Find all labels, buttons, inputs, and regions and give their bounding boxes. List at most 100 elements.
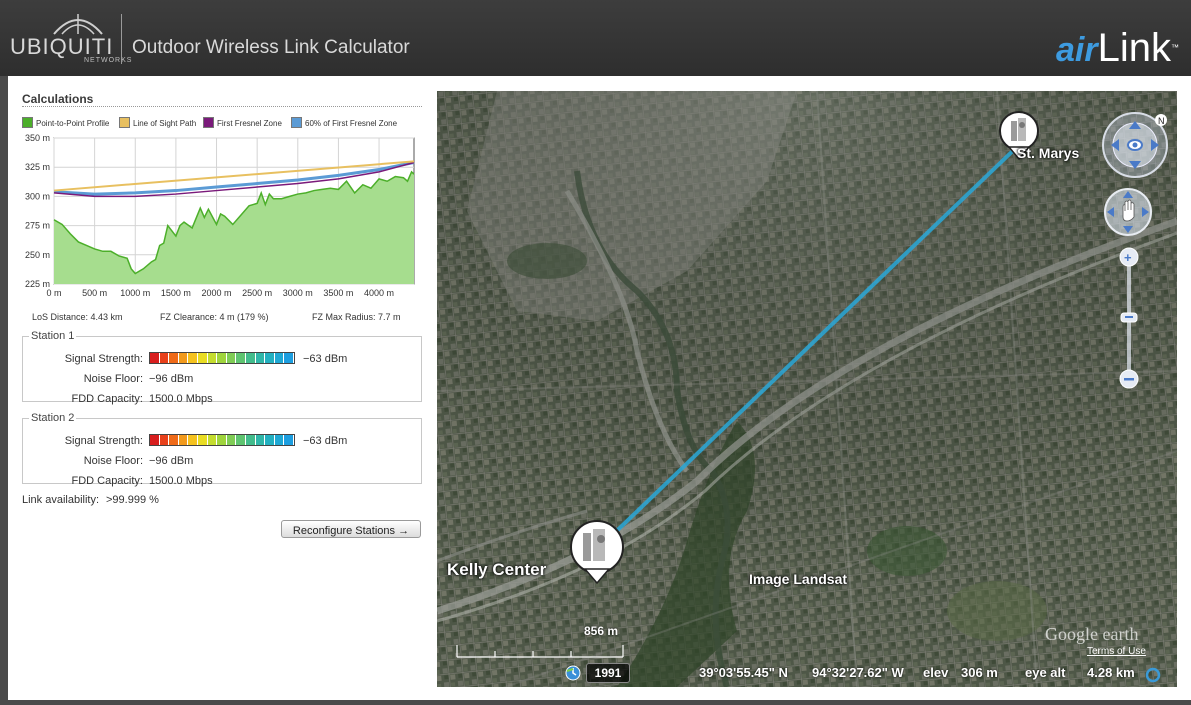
x-tick-label: 3500 m: [323, 288, 353, 298]
station-2-capacity-row: FDD Capacity: 1500.0 Mbps: [23, 473, 421, 489]
ubiquiti-logo-icon: [53, 14, 103, 35]
x-tick-label: 500 m: [82, 288, 107, 298]
pan-control[interactable]: [1103, 187, 1153, 237]
signal-strength-value: −63 dBm: [303, 435, 348, 447]
meter-segment: [274, 435, 285, 445]
meter-segment: [226, 353, 237, 363]
meter-segment: [197, 353, 208, 363]
los-distance: LoS Distance: 4.43 km: [32, 312, 123, 322]
noise-floor-value: −96 dBm: [149, 455, 194, 467]
legend-label-los: Line of Sight Path: [133, 119, 197, 128]
elevation-label: elev: [923, 665, 949, 680]
fz-max-radius: FZ Max Radius: 7.7 m: [312, 312, 401, 322]
imagery-credit: Image Landsat: [749, 571, 848, 587]
x-tick-label: 1000 m: [120, 288, 150, 298]
legend-label-profile: Point-to-Point Profile: [36, 119, 110, 128]
legend-item-profile: Point-to-Point Profile: [22, 117, 109, 128]
legend-swatch-profile: [22, 117, 33, 128]
fdd-capacity-label: FDD Capacity:: [71, 393, 143, 405]
x-tick-label: 2000 m: [202, 288, 232, 298]
calculations-title: Calculations: [22, 92, 94, 106]
noise-floor-label: Noise Floor:: [83, 455, 143, 467]
meter-segment: [150, 435, 160, 445]
airlink-logo: airLink™: [1056, 26, 1179, 72]
map-status-bar: 39°03'55.45" N 94°32'27.62" W elev 306 m…: [697, 663, 1177, 683]
meter-segment: [236, 435, 246, 445]
meter-segment: [226, 435, 237, 445]
station-1-panel: Station 1 Signal Strength: −63 dBm Noise…: [22, 330, 422, 405]
meter-segment: [245, 353, 256, 363]
elevation-profile-chart: 225 m250 m275 m300 m325 m350 m0 m 500 m 10…: [25, 134, 415, 298]
fdd-capacity-label: FDD Capacity:: [71, 475, 143, 487]
meter-segment: [255, 435, 266, 445]
station-1-noise-row: Noise Floor: −96 dBm: [23, 371, 421, 387]
meter-segment: [265, 353, 275, 363]
legend-swatch-los: [119, 117, 130, 128]
meter-segment: [265, 435, 275, 445]
fdd-capacity-value: 1500.0 Mbps: [149, 475, 213, 487]
airlink-logo-tm: ™: [1171, 43, 1179, 52]
x-tick-label: 4000 m: [364, 288, 394, 298]
fz-clearance: FZ Clearance: 4 m (179 %): [160, 312, 269, 322]
legend-label-fresnel-60: 60% of First Fresnel Zone: [305, 119, 398, 128]
main-panel: Calculations Point-to-Point Profile Line…: [8, 76, 1191, 700]
airlink-logo-link: Link: [1097, 26, 1171, 70]
meter-segment: [207, 353, 218, 363]
legend-swatch-fresnel: [203, 117, 214, 128]
header-divider: [121, 14, 122, 64]
meter-segment: [159, 435, 170, 445]
meter-segment: [217, 435, 227, 445]
eye-altitude-value: 4.28 km: [1087, 665, 1135, 680]
signal-strength-meter: [149, 352, 295, 364]
y-tick-label: 350 m: [25, 134, 50, 143]
y-tick-label: 250 m: [25, 250, 50, 260]
x-tick-label: 3000 m: [283, 288, 313, 298]
meter-segment: [159, 353, 170, 363]
elevation-value: 306 m: [961, 665, 998, 680]
chart-legend: Point-to-Point Profile Line of Sight Pat…: [22, 117, 422, 131]
airlink-logo-air: air: [1056, 31, 1098, 69]
station-1-capacity-row: FDD Capacity: 1500.0 Mbps: [23, 391, 421, 407]
signal-strength-label: Signal Strength:: [64, 435, 143, 447]
signal-strength-meter: [149, 434, 295, 446]
station-2-legend: Station 2: [31, 412, 75, 424]
link-availability-value: >99.999 %: [106, 494, 159, 506]
signal-strength-value: −63 dBm: [303, 353, 348, 365]
legend-item-fresnel-60: 60% of First Fresnel Zone: [291, 117, 397, 128]
meter-segment: [255, 353, 266, 363]
station-2-signal-row: Signal Strength: −63 dBm: [23, 433, 421, 449]
meter-segment: [188, 353, 198, 363]
historical-imagery-icon[interactable]: [565, 665, 581, 681]
station-a-marker-icon[interactable]: [567, 519, 629, 587]
app-header: UBIQUITI NETWORKS Outdoor Wireless Link …: [0, 0, 1191, 76]
eye-altitude-label: eye alt: [1025, 665, 1066, 680]
satellite-map[interactable]: St. Marys Kelly Center Image Landsat N +…: [437, 91, 1177, 687]
north-reset-icon[interactable]: N: [1154, 113, 1168, 127]
meter-segment: [178, 435, 189, 445]
legend-item-los: Line of Sight Path: [119, 117, 196, 128]
terms-of-use-link[interactable]: Terms of Use: [1087, 646, 1146, 657]
legend-item-fresnel: First Fresnel Zone: [203, 117, 282, 128]
meter-segment: [197, 435, 208, 445]
legend-label-fresnel: First Fresnel Zone: [217, 119, 282, 128]
zoom-slider[interactable]: +: [1118, 247, 1140, 389]
legend-swatch-fresnel-60: [291, 117, 302, 128]
ubiquiti-logo-sub: NETWORKS: [84, 57, 133, 64]
longitude-readout: 94°32'27.62" W: [812, 665, 904, 680]
noise-floor-label: Noise Floor:: [83, 373, 143, 385]
meter-segment: [217, 353, 227, 363]
svg-text:+: +: [1124, 250, 1132, 265]
calculations-divider: [22, 106, 422, 107]
y-tick-label: 325 m: [25, 162, 50, 172]
meter-segment: [207, 435, 218, 445]
latitude-readout: 39°03'55.45" N: [699, 665, 788, 680]
meter-segment: [188, 435, 198, 445]
meter-segment: [236, 353, 246, 363]
meter-segment: [178, 353, 189, 363]
y-tick-label: 300 m: [25, 191, 50, 201]
station-2-panel: Station 2 Signal Strength: −63 dBm Noise…: [22, 412, 422, 487]
x-tick-label: 2500 m: [242, 288, 272, 298]
reconfigure-stations-button[interactable]: Reconfigure Stations →: [281, 520, 421, 538]
fdd-capacity-value: 1500.0 Mbps: [149, 393, 213, 405]
signal-strength-label: Signal Strength:: [64, 353, 143, 365]
